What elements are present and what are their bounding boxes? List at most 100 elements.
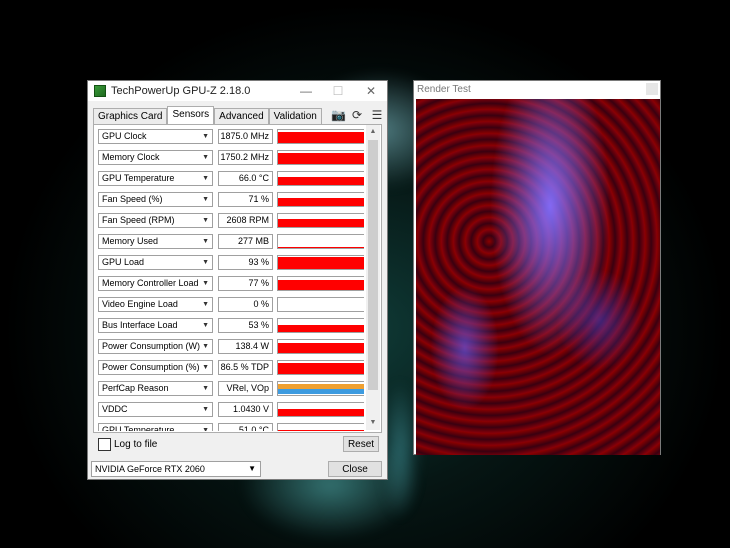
menu-icon[interactable]: ☰ [370, 108, 384, 122]
sensor-value: 2608 RPM [218, 213, 273, 228]
sensor-graph [277, 213, 364, 228]
sensor-graph [277, 192, 364, 207]
sensor-row: GPU Clock ▼ 1875.0 MHz [98, 129, 364, 145]
device-select[interactable]: NVIDIA GeForce RTX 2060 ▼ [91, 461, 261, 477]
sensor-name: GPU Load [102, 257, 145, 267]
sensor-name-dropdown[interactable]: Bus Interface Load ▼ [98, 318, 213, 333]
sensor-scrollbar[interactable]: ▲ ▼ [366, 125, 380, 430]
render-close-button[interactable] [646, 83, 658, 95]
sensor-row: GPU Temperature ▼ 66.0 °C [98, 171, 364, 187]
sensor-row: GPU Temperature ▼ 51.0 °C [98, 423, 364, 431]
sensor-graph-fill [278, 198, 364, 206]
chevron-down-icon: ▼ [202, 427, 209, 431]
sensor-row: PerfCap Reason ▼ VRel, VOp [98, 381, 364, 397]
sensor-row: Fan Speed (%) ▼ 71 % [98, 192, 364, 208]
gpuz-titlebar[interactable]: TechPowerUp GPU-Z 2.18.0 — ☐ ✕ [88, 81, 387, 101]
sensor-graph [277, 297, 364, 312]
chevron-down-icon: ▼ [202, 259, 209, 266]
sensor-name-dropdown[interactable]: VDDC ▼ [98, 402, 213, 417]
sensor-graph [277, 171, 364, 186]
sensor-name-dropdown[interactable]: Memory Used ▼ [98, 234, 213, 249]
sensor-name: Memory Used [102, 236, 159, 246]
sensor-row: Memory Used ▼ 277 MB [98, 234, 364, 250]
sensor-name-dropdown[interactable]: Fan Speed (RPM) ▼ [98, 213, 213, 228]
sensor-name: GPU Temperature [102, 173, 175, 183]
render-titlebar[interactable]: Render Test [414, 81, 660, 98]
sensor-row: GPU Load ▼ 93 % [98, 255, 364, 271]
gpuz-app-icon [94, 85, 106, 97]
sensor-name-dropdown[interactable]: Memory Controller Load ▼ [98, 276, 213, 291]
sensor-graph [277, 402, 364, 417]
sensor-name: PerfCap Reason [102, 383, 169, 393]
sensor-row: Bus Interface Load ▼ 53 % [98, 318, 364, 334]
sensor-name-dropdown[interactable]: Power Consumption (%) ▼ [98, 360, 213, 375]
chevron-down-icon: ▼ [202, 385, 209, 392]
close-window-button[interactable]: ✕ [361, 83, 381, 99]
sensor-graph [277, 234, 364, 249]
tab-validation[interactable]: Validation [268, 108, 322, 124]
sensor-graph [277, 423, 364, 431]
sensor-row: VDDC ▼ 1.0430 V [98, 402, 364, 418]
sensor-name: Power Consumption (%) [102, 362, 200, 372]
sensor-value: 53 % [218, 318, 273, 333]
sensor-name-dropdown[interactable]: GPU Load ▼ [98, 255, 213, 270]
sensor-graph [277, 339, 364, 354]
chevron-down-icon: ▼ [202, 322, 209, 329]
sensor-value: 1875.0 MHz [218, 129, 273, 144]
sensor-graph-fill [278, 257, 364, 269]
chevron-down-icon: ▼ [202, 154, 209, 161]
log-to-file[interactable]: Log to file [98, 438, 157, 451]
tab-sensors[interactable]: Sensors [167, 106, 215, 124]
sensor-value: 51.0 °C [218, 423, 273, 431]
sensor-graph-fill [278, 177, 364, 185]
close-button[interactable]: Close [328, 461, 382, 477]
sensor-name-dropdown[interactable]: GPU Clock ▼ [98, 129, 213, 144]
sensor-name-dropdown[interactable]: PerfCap Reason ▼ [98, 381, 213, 396]
camera-icon[interactable]: 📷 [331, 108, 346, 122]
sensor-graph-fill [278, 219, 364, 227]
tab-graphics-card[interactable]: Graphics Card [93, 108, 168, 124]
sensor-name: GPU Temperature [102, 425, 175, 431]
sensor-name-dropdown[interactable]: Fan Speed (%) ▼ [98, 192, 213, 207]
sensor-name-dropdown[interactable]: GPU Temperature ▼ [98, 423, 213, 431]
scroll-thumb[interactable] [368, 140, 378, 390]
chevron-down-icon: ▼ [202, 238, 209, 245]
sensor-name: Fan Speed (RPM) [102, 215, 175, 225]
sensor-value: 86.5 % TDP [218, 360, 273, 375]
refresh-icon[interactable]: ⟳ [350, 108, 364, 122]
sensor-name-dropdown[interactable]: Memory Clock ▼ [98, 150, 213, 165]
device-select-value: NVIDIA GeForce RTX 2060 [95, 464, 205, 474]
sensor-name-dropdown[interactable]: Power Consumption (W) ▼ [98, 339, 213, 354]
minimize-button[interactable]: — [296, 83, 316, 99]
sensor-row: Memory Clock ▼ 1750.2 MHz [98, 150, 364, 166]
sensor-value: VRel, VOp [218, 381, 273, 396]
scroll-up-icon[interactable]: ▲ [366, 125, 380, 139]
sensor-value: 1.0430 V [218, 402, 273, 417]
sensor-graph-fill [278, 132, 364, 143]
sensor-graph [277, 360, 364, 375]
sensor-graph [277, 276, 364, 291]
chevron-down-icon: ▼ [202, 364, 209, 371]
tab-advanced[interactable]: Advanced [214, 108, 269, 124]
chevron-down-icon: ▼ [202, 280, 209, 287]
sensor-graph-fill [278, 363, 364, 374]
maximize-button[interactable]: ☐ [328, 83, 348, 99]
chevron-down-icon: ▼ [202, 175, 209, 182]
sensor-graph-fill [278, 280, 364, 290]
scroll-down-icon[interactable]: ▼ [366, 416, 380, 430]
reset-button[interactable]: Reset [343, 436, 379, 452]
gpuz-window: TechPowerUp GPU-Z 2.18.0 — ☐ ✕ Graphics … [87, 80, 388, 480]
sensor-value: 138.4 W [218, 339, 273, 354]
log-to-file-checkbox[interactable] [98, 438, 111, 451]
sensor-name: Fan Speed (%) [102, 194, 163, 204]
chevron-down-icon: ▼ [202, 406, 209, 413]
sensor-name: Memory Controller Load [102, 278, 199, 288]
sensor-row: Power Consumption (%) ▼ 86.5 % TDP [98, 360, 364, 376]
sensor-graph [277, 150, 364, 165]
sensor-name-dropdown[interactable]: GPU Temperature ▼ [98, 171, 213, 186]
sensor-name-dropdown[interactable]: Video Engine Load ▼ [98, 297, 213, 312]
sensor-row: Power Consumption (W) ▼ 138.4 W [98, 339, 364, 355]
sensor-name: Memory Clock [102, 152, 160, 162]
sensor-graph-fill [278, 325, 364, 332]
sensor-name: Power Consumption (W) [102, 341, 201, 351]
